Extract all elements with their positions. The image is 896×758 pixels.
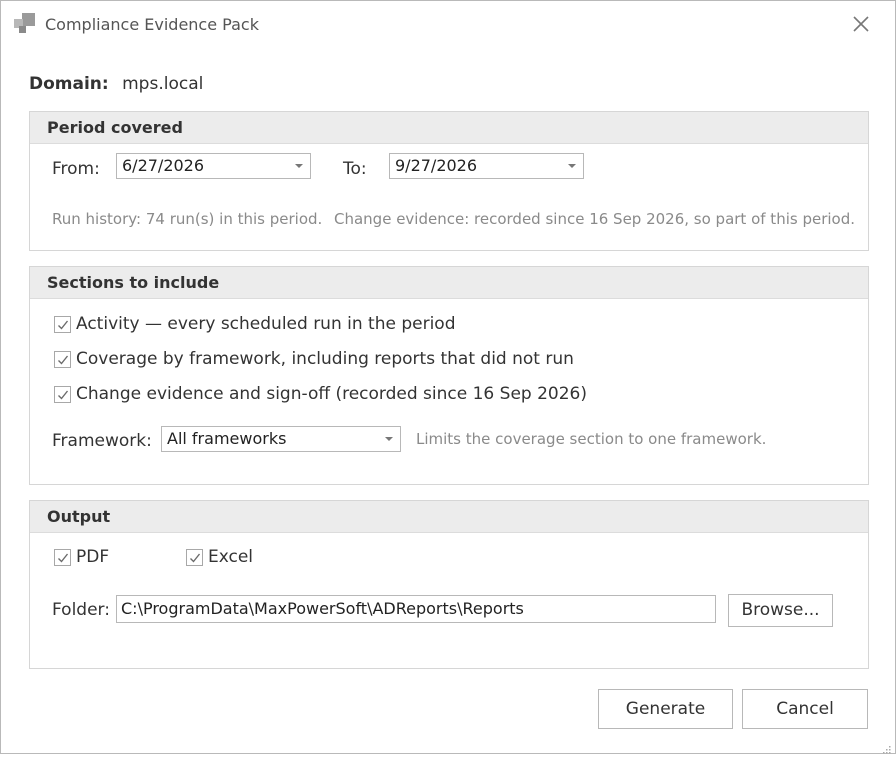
window-title: Compliance Evidence Pack — [45, 15, 259, 34]
sections-header: Sections to include — [30, 267, 868, 299]
from-label: From: — [52, 159, 100, 179]
cancel-button[interactable]: Cancel — [742, 689, 868, 729]
activity-checkbox-row[interactable]: Activity — every scheduled run in the pe… — [54, 313, 456, 335]
to-label: To: — [343, 159, 367, 179]
coverage-checkbox[interactable] — [54, 350, 71, 368]
chevron-down-icon — [295, 164, 303, 168]
coverage-label: Coverage by framework, including reports… — [76, 349, 574, 369]
framework-dropdown[interactable]: All frameworks — [161, 426, 401, 452]
output-group: Output PDF Excel Folder: C:\ProgramData\… — [29, 500, 869, 669]
domain-value: mps.local — [122, 74, 204, 94]
folder-input[interactable]: C:\ProgramData\MaxPowerSoft\ADReports\Re… — [116, 595, 716, 623]
pdf-checkbox[interactable] — [54, 548, 71, 566]
to-date-value: 9/27/2026 — [395, 156, 478, 175]
folder-label: Folder: — [52, 600, 110, 620]
from-date-picker[interactable]: 6/27/2026 — [116, 153, 311, 179]
pdf-checkbox-row[interactable]: PDF — [54, 546, 109, 568]
change-evidence-checkbox[interactable] — [54, 385, 71, 403]
from-date-value: 6/27/2026 — [122, 156, 205, 175]
app-icon — [13, 12, 37, 36]
excel-label: Excel — [208, 547, 254, 567]
coverage-checkbox-row[interactable]: Coverage by framework, including reports… — [54, 348, 574, 370]
change-evidence-checkbox-row[interactable]: Change evidence and sign-off (recorded s… — [54, 383, 587, 405]
close-icon[interactable] — [850, 13, 872, 35]
excel-checkbox-row[interactable]: Excel — [186, 546, 253, 568]
to-date-picker[interactable]: 9/27/2026 — [389, 153, 584, 179]
pdf-label: PDF — [76, 547, 110, 567]
activity-checkbox[interactable] — [54, 315, 71, 333]
change-evidence-text: Change evidence: recorded since 16 Sep 2… — [334, 210, 856, 228]
activity-label: Activity — every scheduled run in the pe… — [76, 314, 456, 334]
framework-value: All frameworks — [167, 429, 287, 448]
framework-hint: Limits the coverage section to one frame… — [416, 430, 767, 448]
domain-label: Domain: — [29, 74, 109, 94]
generate-button[interactable]: Generate — [598, 689, 733, 729]
domain-row: Domain: mps.local — [29, 74, 203, 94]
chevron-down-icon — [568, 164, 576, 168]
title-bar: Compliance Evidence Pack — [1, 1, 895, 47]
framework-label: Framework: — [52, 431, 152, 451]
sections-group: Sections to include Activity — every sch… — [29, 266, 869, 485]
output-header: Output — [30, 501, 868, 533]
run-history-text: Run history: 74 run(s) in this period. — [52, 210, 323, 228]
period-group: Period covered From: 6/27/2026 To: 9/27/… — [29, 111, 869, 251]
period-header: Period covered — [30, 112, 868, 144]
browse-button[interactable]: Browse... — [728, 594, 833, 627]
dialog-window: Compliance Evidence Pack Domain: mps.loc… — [0, 0, 896, 754]
chevron-down-icon — [385, 437, 393, 441]
excel-checkbox[interactable] — [186, 548, 203, 566]
change-evidence-label: Change evidence and sign-off (recorded s… — [76, 384, 587, 404]
resize-grip-icon[interactable] — [881, 739, 891, 754]
